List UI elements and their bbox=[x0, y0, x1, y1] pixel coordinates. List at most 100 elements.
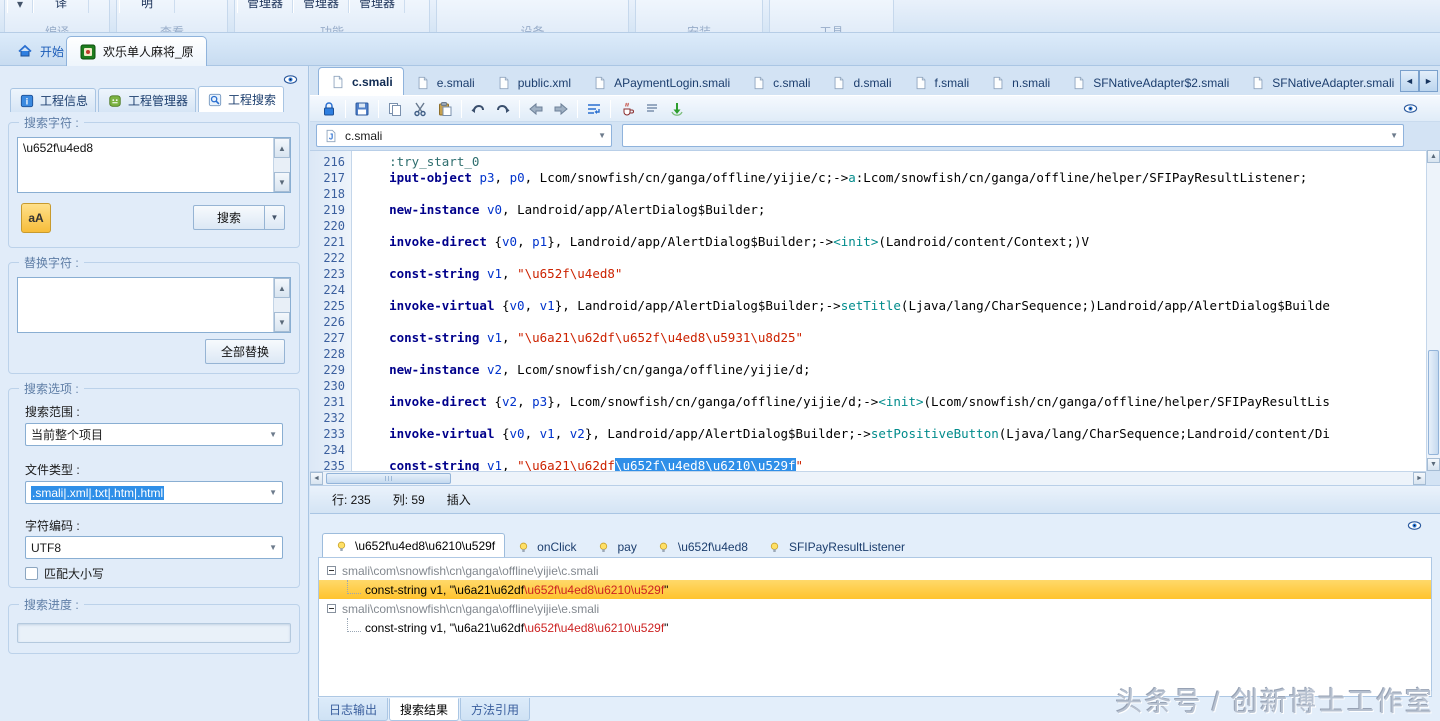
code-line[interactable] bbox=[359, 186, 1426, 202]
page-icon bbox=[830, 74, 848, 92]
replace-chars-input[interactable]: ▲ ▼ bbox=[17, 277, 291, 333]
tab-project[interactable]: 欢乐单人麻将_原 bbox=[66, 36, 207, 66]
ribbon-button[interactable]: 管理器 bbox=[237, 0, 293, 13]
encoding-select[interactable]: UTF8 ▼ bbox=[25, 536, 283, 559]
code-line[interactable] bbox=[359, 442, 1426, 458]
paste-icon[interactable] bbox=[436, 100, 454, 118]
eye-icon[interactable] bbox=[283, 72, 298, 87]
code-line[interactable]: invoke-direct {v2, p3}, Lcom/snowfish/cn… bbox=[359, 394, 1426, 410]
panel-bottom-tab[interactable]: 方法引用 bbox=[460, 698, 530, 721]
spinner-up-icon[interactable]: ▲ bbox=[274, 138, 290, 158]
vertical-scrollbar[interactable]: ▲ ▼ bbox=[1426, 150, 1440, 471]
back-icon[interactable] bbox=[527, 100, 545, 118]
tab-home[interactable]: 开始 bbox=[6, 38, 74, 64]
open-file-combo[interactable]: J c.smali ▼ bbox=[316, 124, 612, 147]
result-tab[interactable]: onClick bbox=[505, 536, 585, 558]
expander-icon[interactable] bbox=[327, 566, 336, 575]
code-line[interactable]: invoke-direct {v0, p1}, Landroid/app/Ale… bbox=[359, 234, 1426, 250]
match-case-checkbox[interactable] bbox=[25, 567, 38, 580]
expander-icon[interactable] bbox=[327, 604, 336, 613]
scroll-right-icon[interactable]: ► bbox=[1413, 472, 1426, 485]
code-editor[interactable]: 2162172182192202212222232242252262272282… bbox=[310, 150, 1426, 471]
search-dropdown-button[interactable]: ▼ bbox=[265, 205, 285, 230]
result-file-row[interactable]: smali\com\snowfish\cn\ganga\offline\yiji… bbox=[319, 561, 1431, 580]
tab-scroll-right-icon[interactable]: ► bbox=[1419, 70, 1438, 92]
panel-bottom-tab[interactable]: 日志输出 bbox=[318, 698, 388, 721]
result-match-row[interactable]: const-string v1, "\u6a21\u62df\u652f\u4e… bbox=[319, 618, 1431, 637]
code-line[interactable] bbox=[359, 410, 1426, 426]
result-tab[interactable]: pay bbox=[586, 536, 646, 558]
code-line[interactable]: new-instance v2, Lcom/snowfish/cn/ganga/… bbox=[359, 362, 1426, 378]
code-line[interactable] bbox=[359, 282, 1426, 298]
code-line[interactable]: iput-object p3, p0, Lcom/snowfish/cn/gan… bbox=[359, 170, 1426, 186]
result-tab[interactable]: SFIPayResultListener bbox=[757, 536, 914, 558]
file-tab[interactable]: c.smali bbox=[318, 67, 404, 95]
result-file-row[interactable]: smali\com\snowfish\cn\ganga\offline\yiji… bbox=[319, 599, 1431, 618]
goto-combo[interactable]: ▼ bbox=[622, 124, 1404, 147]
ribbon-button[interactable]: 明 bbox=[119, 0, 175, 13]
vertical-scroll-thumb[interactable] bbox=[1428, 350, 1439, 455]
scroll-down-icon[interactable]: ▼ bbox=[1427, 458, 1440, 471]
wrap-lines-icon[interactable] bbox=[585, 100, 603, 118]
result-tab[interactable]: \u652f\u4ed8 bbox=[646, 536, 757, 558]
redo-icon[interactable] bbox=[494, 100, 512, 118]
lock-icon[interactable] bbox=[320, 100, 338, 118]
scroll-up-icon[interactable]: ▲ bbox=[1427, 150, 1440, 163]
save-icon[interactable] bbox=[353, 100, 371, 118]
file-tab[interactable]: c.smali bbox=[740, 70, 820, 95]
code-line[interactable]: const-string v1, "\u6a21\u62df\u652f\u4e… bbox=[359, 330, 1426, 346]
result-match-row[interactable]: const-string v1, "\u6a21\u62df\u652f\u4e… bbox=[319, 580, 1431, 599]
search-chars-input[interactable]: \u652f\u4ed8 ▲ ▼ bbox=[17, 137, 291, 193]
code-lines[interactable]: :try_start_0 iput-object p3, p0, Lcom/sn… bbox=[352, 151, 1426, 471]
horizontal-scrollbar[interactable]: ◄ ► bbox=[310, 471, 1426, 485]
filetype-select[interactable]: .smali|.xml|.txt|.htm|.html ▼ bbox=[25, 481, 283, 504]
spinner-up-icon[interactable]: ▲ bbox=[274, 278, 290, 298]
code-line[interactable]: new-instance v0, Landroid/app/AlertDialo… bbox=[359, 202, 1426, 218]
code-line[interactable] bbox=[359, 218, 1426, 234]
code-line[interactable]: invoke-virtual {v0, v1, v2}, Landroid/ap… bbox=[359, 426, 1426, 442]
align-lines-icon[interactable] bbox=[643, 100, 661, 118]
file-tab[interactable]: SFNativeAdapter$2.smali bbox=[1060, 70, 1239, 95]
file-tab[interactable]: APaymentLogin.smali bbox=[581, 70, 740, 95]
ribbon-button[interactable]: 管理器 bbox=[349, 0, 405, 13]
file-tab[interactable]: e.smali bbox=[404, 70, 485, 95]
match-case-toggle-button[interactable]: aA bbox=[21, 203, 51, 233]
eye-icon[interactable] bbox=[1403, 101, 1418, 116]
search-button[interactable]: 搜索 bbox=[193, 205, 265, 230]
code-line[interactable] bbox=[359, 378, 1426, 394]
code-line[interactable] bbox=[359, 346, 1426, 362]
replace-all-button[interactable]: 全部替换 bbox=[205, 339, 285, 364]
java-icon[interactable] bbox=[618, 100, 636, 118]
file-tab[interactable]: public.xml bbox=[485, 70, 581, 95]
panel-bottom-tab[interactable]: 搜索结果 bbox=[389, 698, 459, 721]
copy-icon[interactable] bbox=[386, 100, 404, 118]
sidebar-tab[interactable]: 工程管理器 bbox=[98, 88, 196, 112]
file-tab[interactable]: d.smali bbox=[820, 70, 901, 95]
scope-select[interactable]: 当前整个项目 ▼ bbox=[25, 423, 283, 446]
spinner-down-icon[interactable]: ▼ bbox=[274, 312, 290, 332]
file-tab[interactable]: SFNativeAdapter.smali bbox=[1239, 70, 1400, 95]
file-tab[interactable]: f.smali bbox=[902, 70, 980, 95]
ribbon-button[interactable]: 译 bbox=[33, 0, 89, 13]
spinner-down-icon[interactable]: ▼ bbox=[274, 172, 290, 192]
code-line[interactable]: const-string v1, "\u652f\u4ed8" bbox=[359, 266, 1426, 282]
scroll-left-icon[interactable]: ◄ bbox=[310, 472, 323, 485]
refresh-icon[interactable] bbox=[668, 100, 686, 118]
cut-icon[interactable] bbox=[411, 100, 429, 118]
ribbon-button[interactable]: 管理器 bbox=[293, 0, 349, 13]
code-line[interactable] bbox=[359, 250, 1426, 266]
eye-icon[interactable] bbox=[1407, 518, 1422, 533]
sidebar-tab[interactable]: i工程信息 bbox=[10, 88, 96, 112]
ribbon-button[interactable]: ▾ bbox=[7, 0, 33, 13]
undo-icon[interactable] bbox=[469, 100, 487, 118]
file-tab[interactable]: n.smali bbox=[979, 70, 1060, 95]
code-line[interactable]: :try_start_0 bbox=[359, 154, 1426, 170]
code-line[interactable]: const-string v1, "\u6a21\u62df\u652f\u4e… bbox=[359, 458, 1426, 471]
result-tab[interactable]: \u652f\u4ed8\u6210\u529f bbox=[322, 533, 505, 558]
sidebar-tab[interactable]: 工程搜索 bbox=[198, 86, 284, 112]
forward-icon[interactable] bbox=[552, 100, 570, 118]
horizontal-scroll-thumb[interactable] bbox=[326, 473, 451, 484]
code-line[interactable]: invoke-virtual {v0, v1}, Landroid/app/Al… bbox=[359, 298, 1426, 314]
tab-scroll-left-icon[interactable]: ◄ bbox=[1400, 70, 1419, 92]
code-line[interactable] bbox=[359, 314, 1426, 330]
